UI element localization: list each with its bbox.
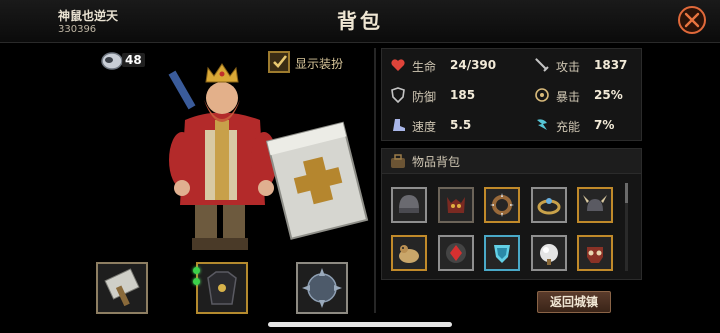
home-indicator[interactable] (268, 322, 452, 327)
inventory-scrollbar[interactable] (625, 183, 628, 271)
armor-icon (207, 271, 237, 305)
inventory-title: 物品背包 (412, 155, 461, 169)
red-gem-icon (446, 243, 466, 263)
charge-icon (537, 119, 547, 130)
hammer-icon (104, 268, 140, 307)
skull-mask-icon (587, 247, 603, 263)
shield-icon (391, 87, 405, 103)
orb-icon (540, 244, 558, 265)
crit-icon (535, 88, 549, 102)
boot-icon (393, 119, 405, 131)
spiked-shield-icon (302, 268, 342, 308)
helmet-icon (399, 195, 419, 213)
gem-socket-icon (193, 267, 200, 274)
stats-panel: 生命 24/390 攻击 1837 防御 185 暴击 25% 速度 5.5 充… (381, 48, 642, 141)
equip-slot-weapon[interactable] (96, 262, 148, 314)
bag-slot-orb[interactable] (531, 235, 567, 271)
crystal-shard-icon (494, 245, 510, 263)
bag-slot-spiked-ring[interactable] (484, 187, 520, 223)
equip-slot-offhand[interactable] (296, 262, 348, 314)
inventory-scroll-thumb[interactable] (625, 183, 628, 203)
coin-icon (101, 52, 123, 70)
inventory-header: 物品背包 (382, 149, 641, 174)
bag-slot-demon-mask[interactable] (438, 187, 474, 223)
bag-slot-helmet[interactable] (391, 187, 427, 223)
gem-socket-icon (193, 278, 200, 285)
hero-character (168, 63, 369, 250)
page-title: 背包 (337, 9, 383, 33)
top-bar: 神鼠也逆天 330396 背包 (0, 0, 720, 43)
demon-mask-icon (447, 197, 465, 213)
currency-amount: 48 (122, 53, 145, 67)
equip-slot-armor[interactable] (193, 262, 248, 314)
close-icon (684, 12, 700, 28)
bag-slot-pet[interactable] (391, 235, 427, 271)
sword-icon (535, 58, 549, 72)
horned-helmet-icon (583, 195, 607, 211)
bag-slot-ring[interactable] (531, 187, 567, 223)
bag-slot-crystal-shard[interactable] (484, 235, 520, 271)
bag-slot-red-gem[interactable] (438, 235, 474, 271)
close-button[interactable] (678, 6, 706, 34)
ring-icon (537, 198, 561, 215)
bag-slot-horned-helmet[interactable] (577, 187, 613, 223)
panel-divider (374, 48, 376, 313)
heart-icon (391, 59, 405, 71)
spiked-ring-icon (490, 193, 514, 217)
return-to-town-button[interactable]: 返回城镇 (537, 291, 611, 313)
pet-icon (399, 245, 419, 263)
bag-icon (391, 154, 405, 168)
bag-slot-skull-mask[interactable] (577, 235, 613, 271)
